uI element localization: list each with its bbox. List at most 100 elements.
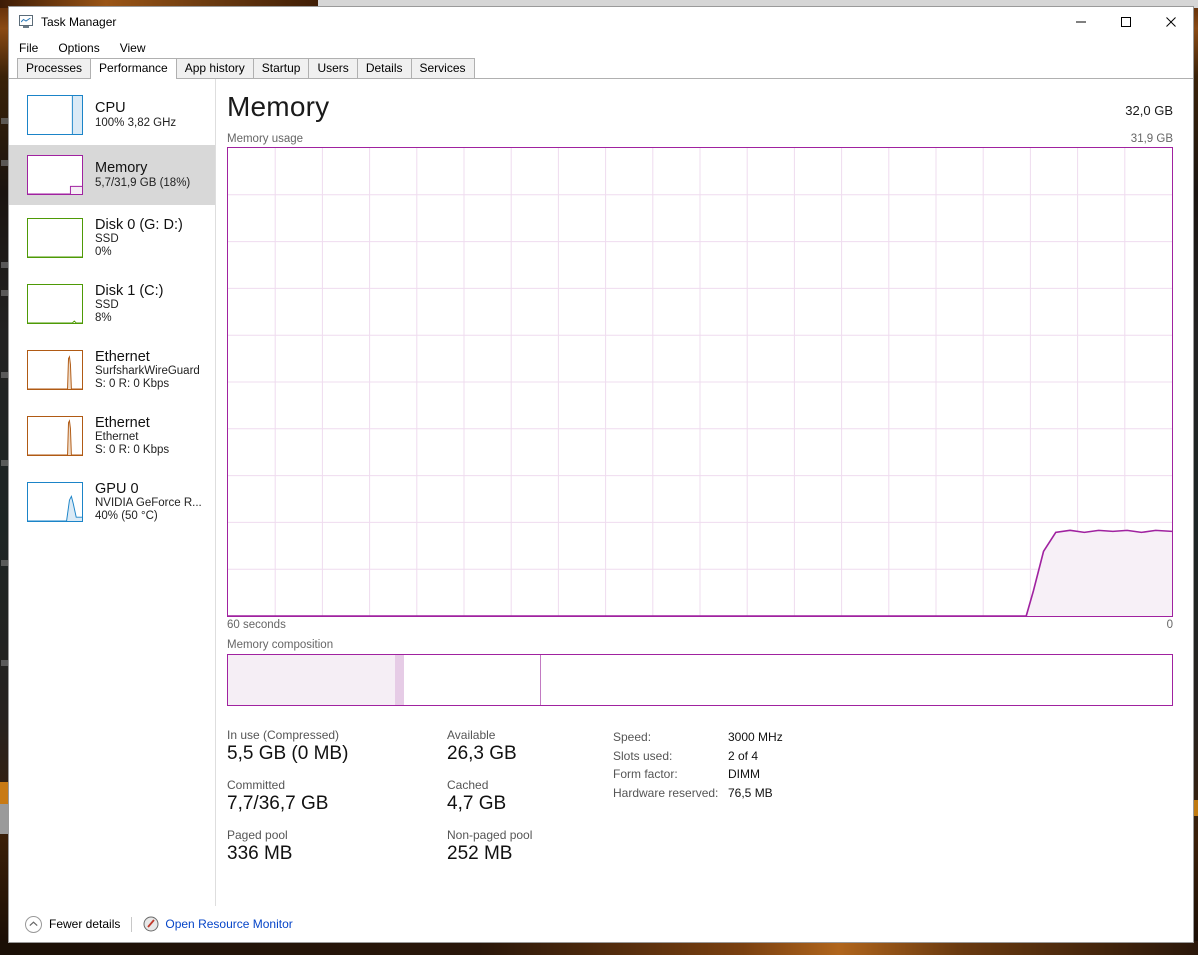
info-value: DIMM — [728, 767, 760, 781]
tab-startup[interactable]: Startup — [252, 58, 310, 78]
memory-stats: In use (Compressed) 5,5 GB (0 MB) Commit… — [227, 728, 1173, 865]
sidebar-item-sub: SurfsharkWireGuard — [95, 365, 200, 378]
menu-item-file[interactable]: File — [19, 41, 38, 55]
fewer-details-label: Fewer details — [49, 917, 121, 931]
stat-value: 4,7 GB — [447, 792, 507, 814]
stat-label: Available — [447, 728, 496, 742]
sidebar-item-label: Memory — [95, 160, 148, 177]
info-key: Speed: — [613, 730, 652, 744]
memory-header: Memory 32,0 GB — [227, 91, 1173, 123]
usage-axis-labels: Memory usage 31,9 GB — [227, 133, 1173, 145]
chevron-up-icon — [25, 915, 42, 933]
sidebar-item-sub2: S: 0 R: 0 Kbps — [95, 378, 170, 391]
composition-segment-free[interactable] — [541, 655, 1172, 705]
sidebar-item-disk-1[interactable]: Disk 1 (C:) SSD 8% — [9, 271, 215, 337]
sidebar-item-memory[interactable]: Memory 5,7/31,9 GB (18%) — [9, 145, 215, 205]
sidebar-item-sub: Ethernet — [95, 431, 139, 444]
graph-time-left: 60 seconds — [227, 619, 286, 631]
sidebar-item-gpu-0[interactable]: GPU 0 NVIDIA GeForce R... 40% (50 °C) — [9, 469, 215, 535]
stat-label: In use (Compressed) — [227, 728, 340, 742]
stat-label: Paged pool — [227, 827, 288, 842]
memory-usage-graph[interactable] — [227, 147, 1173, 617]
window-title: Task Manager — [41, 15, 117, 29]
task-manager-icon — [17, 14, 35, 30]
memory-composition-label: Memory composition — [227, 639, 334, 651]
composition-segment-modified[interactable] — [395, 655, 404, 705]
tab-details[interactable]: Details — [356, 58, 412, 78]
graph-time-right: 0 — [1166, 619, 1173, 631]
desktop-icon-8 — [1, 660, 8, 666]
disk1-thumb — [27, 284, 83, 324]
sidebar-item-label: Disk 1 (C:) — [95, 283, 164, 299]
sidebar-item-ethernet[interactable]: Ethernet Ethernet S: 0 R: 0 Kbps — [9, 403, 215, 469]
tab-app-history[interactable]: App history — [175, 58, 254, 78]
stats-column-1: In use (Compressed) 5,5 GB (0 MB) Commit… — [227, 728, 447, 865]
sidebar-item-cpu[interactable]: CPU 100% 3,82 GHz — [9, 85, 215, 145]
stat-label: Non-paged pool — [447, 827, 533, 842]
desktop-icon-6 — [1, 460, 8, 466]
tab-processes[interactable]: Processes — [17, 58, 92, 78]
open-resource-monitor-link[interactable]: Open Resource Monitor — [165, 917, 292, 931]
resource-sidebar[interactable]: CPU 100% 3,82 GHz Memory 5,7/31,9 GB (18… — [9, 79, 216, 906]
stat-value: 336 MB — [227, 842, 293, 864]
composition-segment-in-use[interactable] — [228, 655, 396, 705]
usage-graph-max: 31,9 GB — [1130, 133, 1173, 145]
fewer-details-button[interactable]: Fewer details — [25, 915, 121, 933]
minimize-button[interactable] — [1058, 7, 1103, 36]
sidebar-item-sub2: 40% (50 °C) — [95, 510, 158, 523]
info-key: Form factor: — [613, 767, 678, 781]
stat-value: 26,3 GB — [447, 743, 517, 764]
memory-thumb — [27, 155, 83, 195]
disk0-thumb — [27, 218, 83, 258]
menu-item-view[interactable]: View — [120, 41, 146, 55]
maximize-button[interactable] — [1103, 7, 1148, 36]
sidebar-item-sub: NVIDIA GeForce R... — [95, 497, 202, 510]
stat-value: 7,7/36,7 GB — [227, 792, 329, 814]
info-value: 3000 MHz — [728, 730, 783, 744]
sidebar-item-label: GPU 0 — [95, 481, 139, 497]
resource-monitor-icon — [143, 916, 159, 932]
info-row: Hardware reserved: 76,5 MB — [613, 784, 783, 803]
sidebar-item-label: Ethernet — [95, 349, 150, 365]
sidebar-item-disk-0[interactable]: Disk 0 (G: D:) SSD 0% — [9, 205, 215, 271]
memory-detail-pane: Memory 32,0 GB Memory usage 31,9 GB 60 s… — [216, 79, 1193, 906]
stat-value: 5,5 GB (0 MB) — [227, 743, 349, 764]
info-row: Form factor: DIMM — [613, 765, 783, 784]
sidebar-item-sub2: 8% — [95, 312, 112, 325]
composition-segment-standby[interactable] — [403, 655, 542, 705]
close-button[interactable] — [1148, 7, 1193, 36]
desktop-icon-1 — [1, 118, 8, 124]
sidebar-item-label: CPU — [95, 100, 126, 117]
menu-item-options[interactable]: Options — [58, 41, 99, 55]
sidebar-item-sub: SSD — [95, 233, 119, 246]
menu-bar: File Options View — [9, 37, 1193, 59]
memory-hardware-info: Speed: 3000 MHz Slots used: 2 of 4 Form … — [613, 728, 783, 865]
desktop-icon-7 — [1, 560, 8, 566]
info-row: Speed: 3000 MHz — [613, 728, 783, 747]
tab-performance[interactable]: Performance — [90, 58, 177, 79]
usage-graph-label: Memory usage — [227, 133, 304, 145]
sidebar-item-sub: 5,7/31,9 GB (18%) — [95, 176, 191, 189]
sidebar-item-sub: SSD — [95, 299, 119, 312]
content-area: CPU 100% 3,82 GHz Memory 5,7/31,9 GB (18… — [9, 79, 1193, 906]
desktop-icon-2 — [1, 160, 8, 166]
ethernet1-thumb — [27, 416, 83, 456]
gpu0-thumb — [27, 482, 83, 522]
sidebar-item-label: Ethernet — [95, 415, 150, 431]
stat-label: Cached — [447, 777, 489, 792]
sidebar-item-ethernet-surfshark[interactable]: Ethernet SurfsharkWireGuard S: 0 R: 0 Kb… — [9, 337, 215, 403]
memory-composition-bar[interactable] — [227, 654, 1173, 706]
footer-divider — [131, 916, 133, 932]
tab-users[interactable]: Users — [308, 58, 358, 78]
memory-usage-graph-wrap: 60 seconds 0 — [227, 147, 1173, 631]
stat-label: Committed — [227, 777, 286, 792]
desktop-icon-5 — [1, 372, 8, 378]
sidebar-item-sub: 100% 3,82 GHz — [95, 116, 177, 129]
status-bar: Fewer details Open Resource Monitor — [9, 906, 1193, 942]
title-bar[interactable]: Task Manager — [9, 7, 1193, 37]
info-value: 2 of 4 — [728, 748, 759, 763]
tab-services[interactable]: Services — [410, 58, 475, 78]
ethernet0-thumb — [27, 350, 83, 390]
desktop-bottom-strip — [0, 941, 1198, 955]
desktop-icon-3 — [1, 262, 8, 268]
